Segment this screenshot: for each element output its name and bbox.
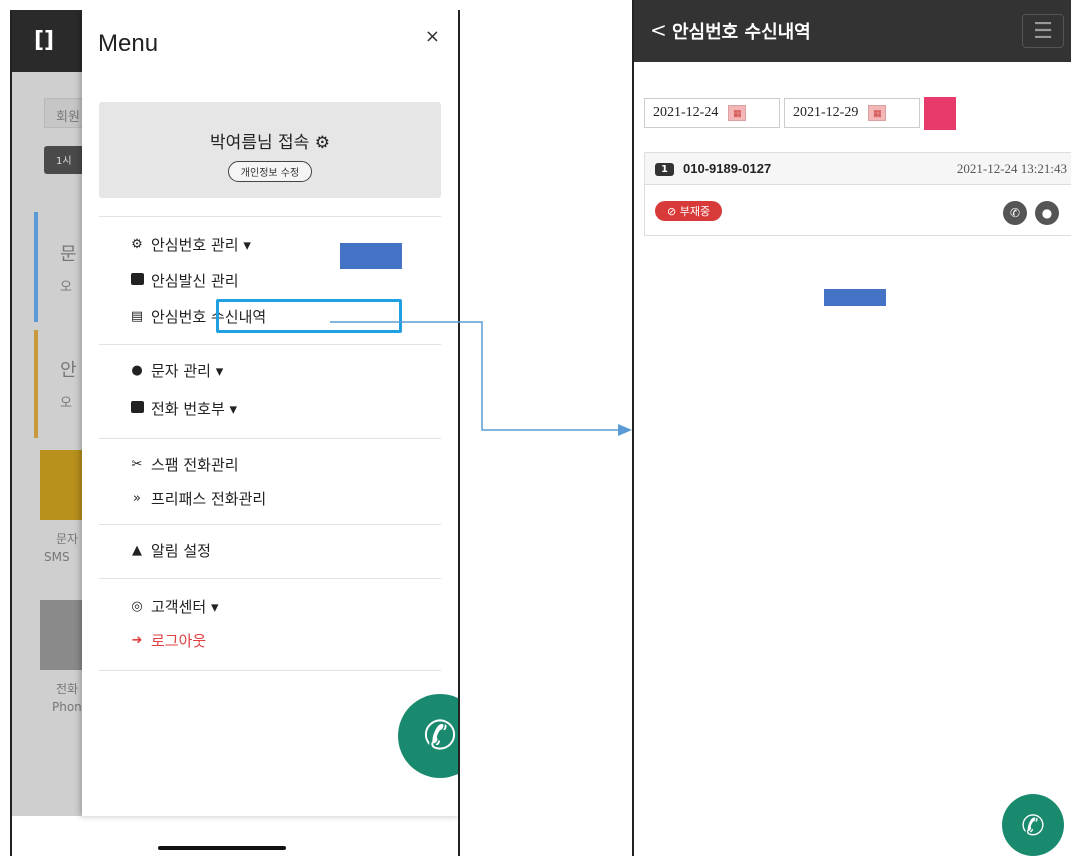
record-timestamp: 2021-12-24 13:21:43: [956, 161, 1067, 176]
menu-item-notification[interactable]: ▲ 알림 설정: [129, 540, 211, 561]
edit-profile-button[interactable]: 개인정보 수정: [227, 161, 313, 182]
background-tile: [40, 450, 88, 520]
menu-item-label: 안심발신 관리: [151, 272, 239, 290]
phone-square-icon: [129, 272, 145, 289]
logout-icon: ➜: [131, 633, 143, 648]
user-greeting: 박여름님 접속 ⚙: [210, 133, 330, 153]
background-chip-label: 1시: [56, 156, 72, 167]
record-header: 1 010-9189-0127 2021-12-24 13:21:43: [645, 153, 1071, 185]
highlight-annotation: [216, 299, 402, 333]
start-date-value: 2021-12-24: [653, 105, 719, 120]
back-button[interactable]: <: [650, 18, 667, 42]
menu-item-sms-manage[interactable]: ● 문자 관리 ▾: [129, 360, 223, 381]
bottom-safe-area: [12, 816, 458, 856]
status-badge: ⊘ 부재중: [655, 201, 723, 221]
divider: [99, 438, 441, 439]
spam-icon: ✂: [131, 457, 143, 472]
menu-item-label: 프리패스 전화관리: [151, 490, 267, 508]
phone-icon: ✆: [1021, 808, 1045, 842]
menu-item-logout[interactable]: ➜ 로그아웃: [129, 630, 207, 651]
background-card-accent: [34, 212, 38, 322]
end-date-value: 2021-12-29: [793, 105, 859, 120]
background-tile-label: 문자: [56, 532, 79, 546]
click-cursor-icon: ➤: [456, 454, 458, 489]
divider: [99, 670, 441, 671]
call-back-button[interactable]: ✆: [1003, 201, 1027, 225]
list-icon: ▤: [130, 309, 144, 324]
menu-item-safe-number-manage[interactable]: ⚙ 안심번호 관리 ▾: [129, 234, 251, 255]
close-icon[interactable]: ×: [425, 26, 440, 47]
phone-icon: ✆: [423, 713, 457, 759]
user-info-card: 박여름님 접속 ⚙ 개인정보 수정: [99, 102, 441, 198]
calendar-icon[interactable]: ▦: [868, 105, 887, 121]
gear-icon: ⚙: [131, 237, 143, 252]
menu-item-phonebook[interactable]: 전화 번호부 ▾: [129, 398, 237, 419]
call-fab-button[interactable]: ✆: [1002, 794, 1064, 856]
headset-icon: ◎: [131, 599, 143, 614]
divider: [99, 344, 441, 345]
left-phone-screen: [] 회원 1시 문 오 안 오 문자 SMS 전화 Phone Menu × …: [10, 10, 460, 856]
call-fab-button[interactable]: ✆: [398, 694, 458, 778]
menu-item-freepass[interactable]: » 프리패스 전화관리: [129, 488, 266, 509]
background-tile-label: SMS: [44, 550, 70, 564]
divider: [99, 524, 441, 525]
double-arrow-icon: »: [133, 491, 141, 506]
search-button[interactable]: [924, 97, 956, 130]
send-sms-button[interactable]: ●: [1035, 201, 1059, 225]
menu-item-label: 로그아웃: [151, 632, 207, 650]
menu-item-label: 안심번호 관리 ▾: [151, 236, 251, 254]
calendar-icon[interactable]: ▦: [728, 105, 747, 121]
page-title: 안심번호 수신내역: [672, 22, 811, 43]
chat-icon: ●: [1041, 206, 1053, 220]
home-indicator: [158, 846, 286, 850]
record-index-badge: 1: [655, 163, 674, 176]
app-header: < 안심번호 수신내역 ☰: [634, 0, 1071, 62]
menu-item-spam[interactable]: ✂ 스팸 전화관리: [129, 454, 239, 475]
menu-title: Menu: [98, 30, 159, 57]
background-logo: []: [34, 28, 55, 53]
menu-item-label: 고객센터 ▾: [151, 598, 219, 616]
menu-item-support[interactable]: ◎ 고객센터 ▾: [129, 596, 219, 617]
background-tab-label: 회원: [56, 110, 80, 125]
bell-icon: ▲: [132, 543, 142, 558]
phone-icon: ✆: [1009, 206, 1021, 220]
annotation-marker: [340, 243, 402, 269]
record-phone-number: 010-9189-0127: [683, 161, 772, 176]
background-card-sub: 오: [60, 280, 72, 295]
background-card-sub: 오: [60, 396, 72, 411]
chat-icon: ●: [131, 363, 143, 378]
background-tile-label: 전화: [56, 682, 79, 696]
divider: [99, 578, 441, 579]
menu-item-label: 스팸 전화관리: [151, 456, 239, 474]
menu-item-safe-outgoing[interactable]: 안심발신 관리: [129, 270, 239, 291]
background-card-title: 문: [60, 244, 77, 265]
menu-item-label: 전화 번호부 ▾: [151, 400, 238, 418]
hamburger-icon: ☰: [1033, 18, 1053, 44]
divider: [99, 216, 441, 217]
hamburger-menu-button[interactable]: ☰: [1022, 14, 1064, 48]
contact-icon: [129, 400, 145, 417]
background-tile: [40, 600, 88, 670]
annotation-marker: [824, 289, 886, 306]
right-phone-screen: < 안심번호 수신내역 ☰ 2021-12-24 ▦ 2021-12-29 ▦ …: [632, 0, 1071, 856]
side-menu-drawer: Menu × 박여름님 접속 ⚙ 개인정보 수정 ⚙ 안심번호 관리 ▾ 안심발…: [82, 10, 458, 816]
end-date-field[interactable]: 2021-12-29 ▦: [784, 98, 920, 128]
background-card-title: 안: [60, 360, 77, 381]
background-card-accent: [34, 330, 38, 438]
menu-item-label: 문자 관리 ▾: [151, 362, 224, 380]
start-date-field[interactable]: 2021-12-24 ▦: [644, 98, 780, 128]
list-item[interactable]: 1 010-9189-0127 2021-12-24 13:21:43 ⊘ 부재…: [644, 152, 1071, 236]
menu-item-label: 알림 설정: [151, 542, 211, 560]
